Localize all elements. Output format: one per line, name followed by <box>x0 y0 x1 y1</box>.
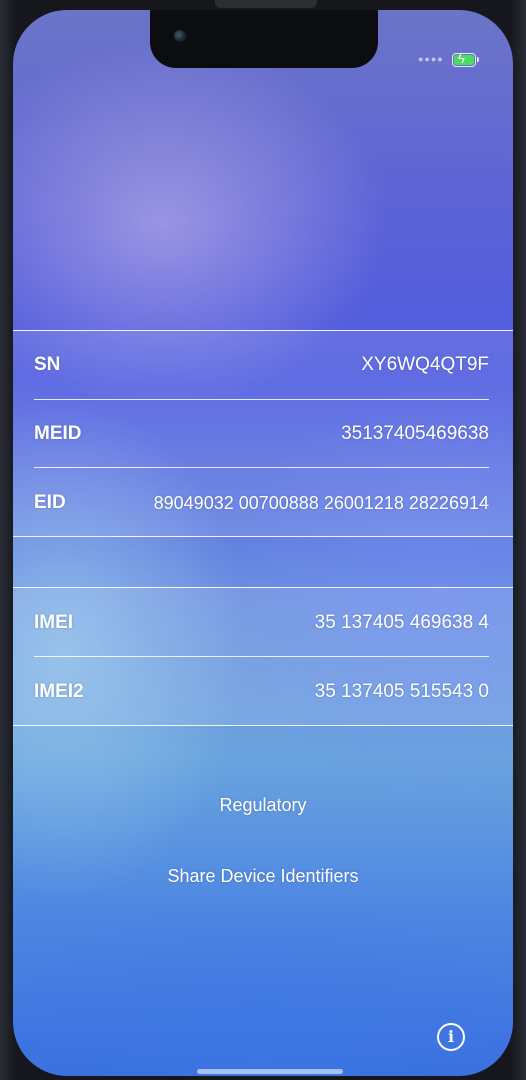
top-speaker <box>215 0 317 8</box>
charging-bolt-icon: ϟ <box>458 51 465 66</box>
device-frame: ●●●● ϟ SN XY6WQ4QT9F MEID 35137405469638… <box>0 0 526 1080</box>
imei2-value[interactable]: 35 137405 515543 0 <box>315 677 489 707</box>
group-top-line <box>13 330 513 331</box>
row-divider <box>34 399 489 400</box>
sn-label: SN <box>34 354 61 375</box>
sn-row[interactable]: SN XY6WQ4QT9F <box>34 350 489 380</box>
screen: ●●●● ϟ SN XY6WQ4QT9F MEID 35137405469638… <box>13 10 513 1076</box>
battery-charging-icon: ϟ <box>452 51 476 67</box>
imei-label: IMEI <box>34 612 74 633</box>
regulatory-link[interactable]: Regulatory <box>13 795 513 816</box>
eid-row[interactable]: EID 89049032 00700888 26001218 28226914 <box>34 488 489 518</box>
eid-value[interactable]: 89049032 00700888 26001218 28226914 <box>154 488 489 518</box>
eid-label: EID <box>34 492 66 513</box>
meid-value[interactable]: 35137405469638 <box>341 419 489 449</box>
imei-value[interactable]: 35 137405 469638 4 <box>315 608 489 638</box>
share-device-identifiers-link[interactable]: Share Device Identifiers <box>13 866 513 887</box>
row-divider <box>34 656 489 657</box>
meid-label: MEID <box>34 423 82 444</box>
group-bottom-line <box>13 725 513 726</box>
group-top-line <box>13 587 513 588</box>
notch <box>150 10 378 68</box>
group-bottom-line <box>13 536 513 537</box>
imei2-label: IMEI2 <box>34 681 84 702</box>
home-indicator[interactable] <box>197 1069 343 1074</box>
sn-value[interactable]: XY6WQ4QT9F <box>361 350 489 380</box>
meid-row[interactable]: MEID 35137405469638 <box>34 419 489 449</box>
imei-row[interactable]: IMEI 35 137405 469638 4 <box>34 608 489 638</box>
front-camera <box>174 30 186 42</box>
battery-tip <box>477 57 479 62</box>
info-icon[interactable]: i <box>437 1023 465 1051</box>
row-divider <box>34 467 489 468</box>
signal-dots-icon: ●●●● <box>418 54 444 64</box>
imei2-row[interactable]: IMEI2 35 137405 515543 0 <box>34 677 489 707</box>
